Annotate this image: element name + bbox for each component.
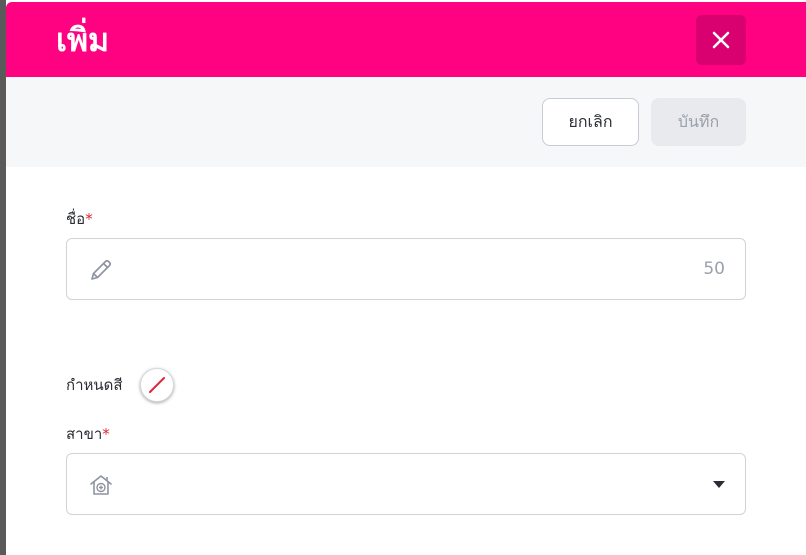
- cancel-button[interactable]: ยกเลิก: [542, 98, 639, 146]
- branch-label-text: สาขา: [66, 425, 103, 443]
- save-button[interactable]: บันทึก: [651, 98, 746, 146]
- required-mark: *: [85, 210, 93, 228]
- color-picker-button[interactable]: [140, 368, 174, 402]
- pencil-icon: [87, 256, 115, 284]
- character-counter: 50: [703, 259, 725, 279]
- branch-select[interactable]: [66, 453, 746, 515]
- modal-header: เพิ่ม: [6, 2, 806, 77]
- no-color-swatch-icon: [149, 377, 165, 393]
- required-mark: *: [102, 425, 110, 443]
- caret-down-icon: [713, 481, 725, 488]
- add-modal: เพิ่ม ยกเลิก บันทึก ชื่อ* 50 กำหนดสี สาข…: [6, 2, 806, 555]
- close-icon: [712, 31, 730, 49]
- name-field-label: ชื่อ*: [66, 209, 93, 229]
- branch-field-label: สาขา*: [66, 424, 110, 444]
- color-label: กำหนดสี: [66, 376, 123, 394]
- name-label-text: ชื่อ: [66, 210, 86, 228]
- name-input[interactable]: [127, 251, 651, 289]
- name-field[interactable]: 50: [66, 238, 746, 300]
- home-medical-icon: [87, 471, 115, 499]
- modal-title: เพิ่ม: [56, 21, 110, 59]
- action-toolbar: ยกเลิก บันทึก: [6, 77, 806, 167]
- close-button[interactable]: [696, 15, 746, 65]
